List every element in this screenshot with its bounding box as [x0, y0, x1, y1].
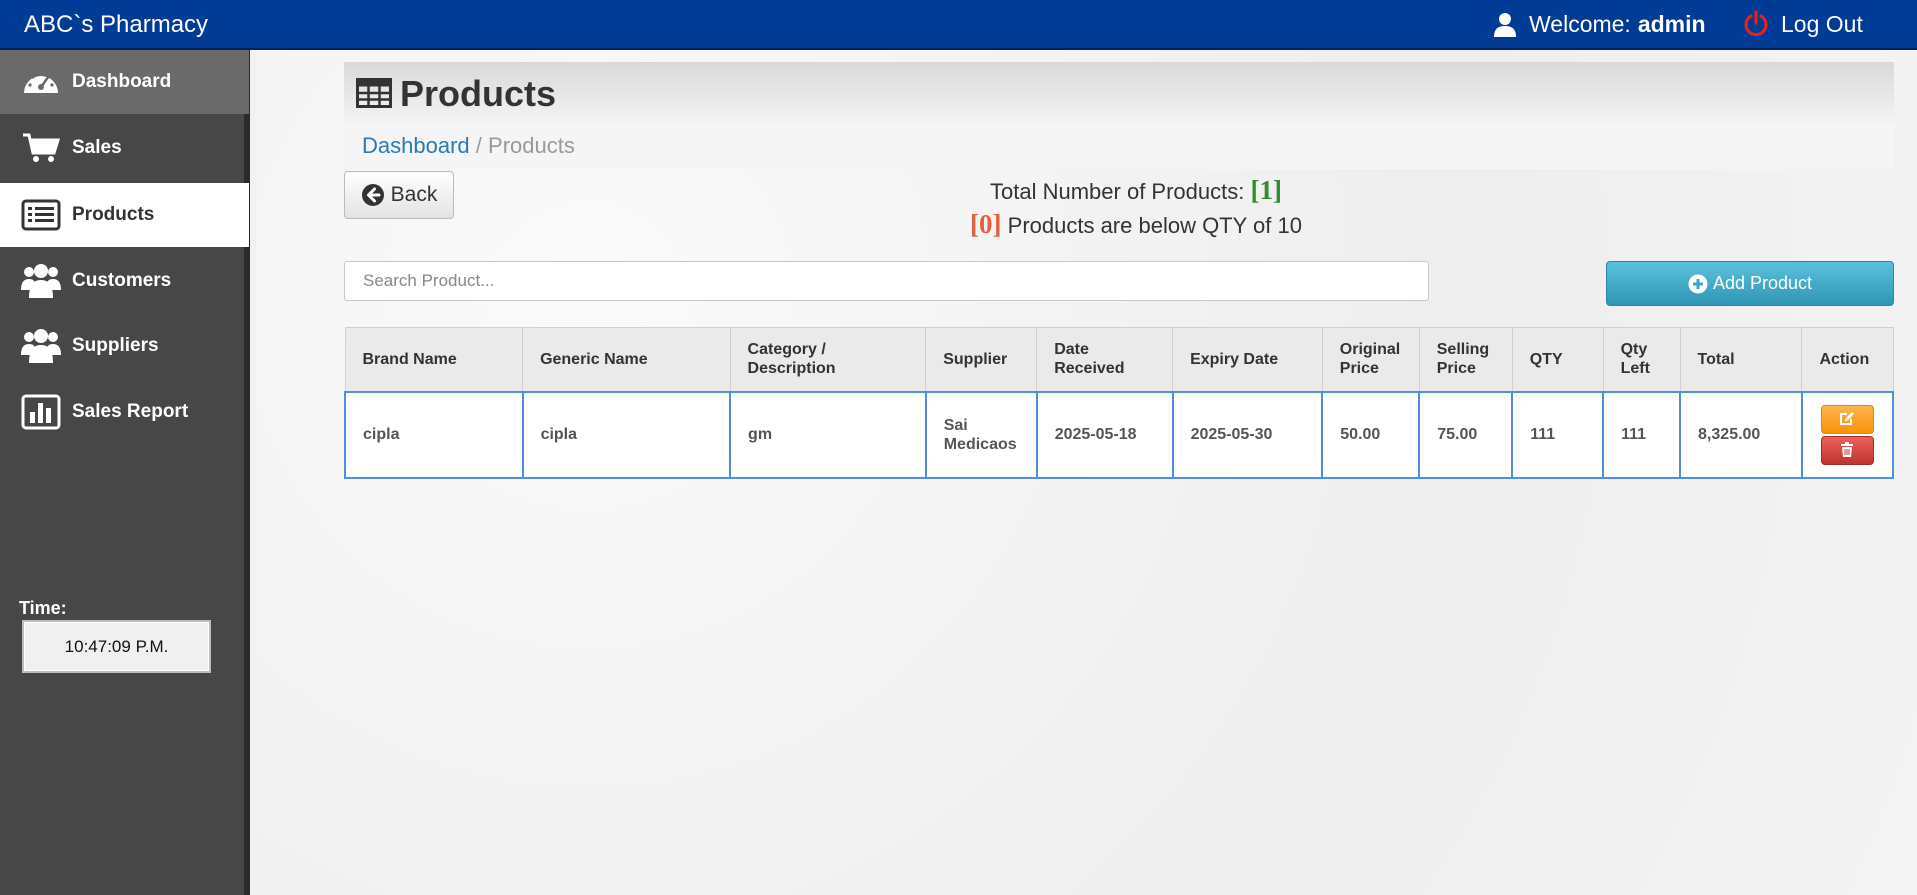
list-icon	[20, 196, 62, 234]
add-product-label: Add Product	[1712, 273, 1813, 293]
column-header-generic-name[interactable]: Generic Name	[522, 327, 731, 392]
gauge-icon	[20, 63, 62, 101]
cell-supplier: Sai Medicaos	[924, 390, 1038, 479]
main-content: Products Dashboard / Products Back Total…	[256, 50, 1917, 895]
table-row: cipla cipla gm Sai Medicaos 2025-05-18 2…	[344, 390, 1895, 479]
sidebar-item-label: Suppliers	[72, 335, 159, 356]
welcome-prefix: Welcome:	[1529, 11, 1631, 37]
page-header: Products	[344, 62, 1894, 124]
cart-icon	[20, 129, 62, 167]
column-header-qty-left[interactable]: Qty Left	[1602, 327, 1681, 392]
logout-link[interactable]: Log Out	[1743, 10, 1863, 38]
product-totals: Total Number of Products: [1] [0] Produc…	[956, 174, 1316, 242]
logout-label: Log Out	[1781, 10, 1863, 37]
column-header-category[interactable]: Category / Description	[729, 327, 927, 392]
breadcrumb-dashboard-link[interactable]: Dashboard	[362, 133, 470, 158]
plus-circle-icon	[1688, 274, 1708, 293]
table-header-row: Brand Name Generic Name Category / Descr…	[344, 327, 1894, 392]
column-header-selling-price[interactable]: Selling Price	[1418, 327, 1513, 392]
column-header-action: Action	[1801, 327, 1894, 392]
sidebar-item-customers[interactable]: Customers	[0, 249, 249, 313]
back-label: Back	[390, 183, 438, 206]
low-stock-label: Products are below QTY of 10	[1007, 213, 1302, 238]
row-actions	[1820, 404, 1875, 465]
sidebar-item-dashboard[interactable]: Dashboard	[0, 50, 249, 114]
cell-brand-name: cipla	[344, 390, 524, 479]
top-navbar: ABC`s Pharmacy Welcome: admin Log Out	[0, 0, 1917, 50]
sidebar-item-sales[interactable]: Sales	[0, 116, 249, 180]
low-stock-line: [0] Products are below QTY of 10	[956, 208, 1316, 242]
sidebar-item-sales-report[interactable]: Sales Report	[0, 380, 249, 444]
sidebar-item-label: Products	[72, 204, 155, 225]
total-products-label: Total Number of Products:	[990, 179, 1245, 204]
column-header-expiry-date[interactable]: Expiry Date	[1172, 327, 1323, 392]
bar-chart-icon	[20, 393, 62, 431]
sidebar-item-label: Sales	[72, 137, 122, 158]
arrow-left-circle-icon	[361, 184, 384, 206]
column-header-brand-name[interactable]: Brand Name	[344, 327, 524, 392]
cell-category: gm	[729, 390, 927, 479]
column-header-total[interactable]: Total	[1679, 327, 1803, 392]
clock-display: 10:47:09 P.M.	[22, 620, 211, 673]
cell-original-price: 50.00	[1321, 390, 1421, 479]
cell-expiry-date: 2025-05-30	[1171, 390, 1324, 479]
back-button[interactable]: Back	[344, 171, 454, 219]
products-table: Brand Name Generic Name Category / Descr…	[344, 327, 1895, 479]
sidebar: Dashboard Sales Products Customers Suppl…	[0, 50, 250, 895]
column-header-original-price[interactable]: Original Price	[1321, 327, 1420, 392]
username: admin	[1637, 11, 1706, 37]
time-label: Time:	[19, 598, 67, 618]
cell-generic-name: cipla	[521, 390, 732, 479]
edit-icon	[1840, 412, 1855, 425]
column-header-supplier[interactable]: Supplier	[925, 327, 1038, 392]
cell-action	[1800, 390, 1895, 479]
breadcrumb: Dashboard / Products	[344, 124, 1894, 169]
total-products-count: [1]	[1250, 175, 1282, 205]
cell-qty-left: 111	[1602, 390, 1682, 479]
edit-button[interactable]	[1820, 404, 1874, 434]
page-title: Products	[400, 73, 557, 114]
add-product-button[interactable]: Add Product	[1606, 261, 1894, 306]
column-header-date-received[interactable]: Date Received	[1036, 327, 1174, 392]
users-icon	[20, 262, 62, 300]
delete-button[interactable]	[1820, 435, 1874, 465]
sidebar-item-label: Dashboard	[72, 71, 172, 92]
low-stock-count: [0]	[970, 209, 1002, 239]
breadcrumb-separator: /	[475, 133, 482, 158]
breadcrumb-current: Products	[488, 133, 575, 158]
search-product-input[interactable]	[344, 261, 1429, 301]
sidebar-item-label: Customers	[72, 270, 172, 291]
column-header-qty[interactable]: QTY	[1511, 327, 1604, 392]
total-products-line: Total Number of Products: [1]	[956, 174, 1316, 208]
cell-date-received: 2025-05-18	[1035, 390, 1174, 479]
cell-total: 8,325.00	[1679, 390, 1803, 479]
trash-icon	[1841, 442, 1854, 457]
welcome-user: Welcome: admin	[1493, 11, 1706, 38]
app-brand[interactable]: ABC`s Pharmacy	[24, 11, 208, 39]
power-icon	[1744, 10, 1768, 37]
cell-qty: 111	[1511, 390, 1605, 479]
sidebar-item-label: Sales Report	[72, 401, 189, 422]
sidebar-item-suppliers[interactable]: Suppliers	[0, 314, 249, 378]
table-icon	[356, 78, 392, 113]
cell-selling-price: 75.00	[1418, 390, 1514, 479]
users-icon	[20, 327, 62, 365]
user-icon	[1494, 12, 1516, 37]
sidebar-item-products[interactable]: Products	[0, 183, 249, 247]
